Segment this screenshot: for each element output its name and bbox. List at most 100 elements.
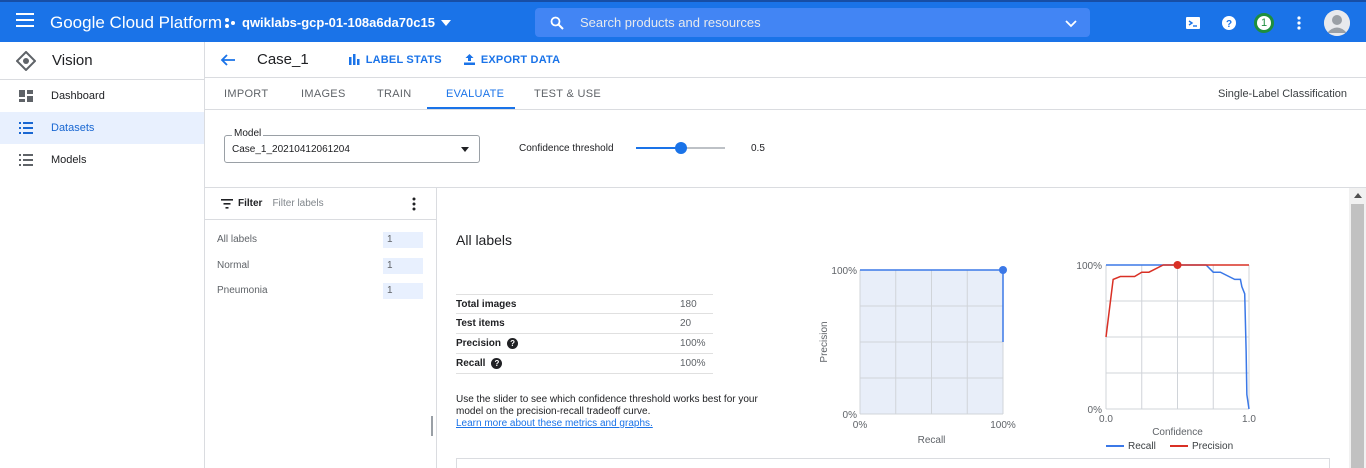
evaluation-controls: Model Case_1_20210412061204 Confidence t… xyxy=(205,110,1366,188)
sidebar-item-label: Models xyxy=(51,154,87,166)
upload-icon xyxy=(463,54,475,65)
search-input[interactable]: Search products and resources xyxy=(580,15,1064,30)
panel-scrollbar[interactable] xyxy=(431,416,433,436)
avatar[interactable] xyxy=(1324,10,1350,36)
scrollbar-thumb[interactable] xyxy=(1351,204,1364,468)
stat-key: Recall xyxy=(456,358,486,369)
sidebar: Vision Dashboard Datasets Models xyxy=(0,42,205,468)
project-name: qwiklabs-gcp-01-108a6da70c15 xyxy=(242,15,435,30)
evaluation-main: All labels Total images 180 Test items 2… xyxy=(437,188,1348,468)
sidebar-item-datasets[interactable]: Datasets xyxy=(0,112,204,144)
label-row-normal[interactable]: Normal 1 xyxy=(217,258,423,274)
label-count: 1 xyxy=(383,283,423,299)
stat-value: 100% xyxy=(680,358,706,369)
label-filter-panel: Filter Filter labels All labels 1 Normal… xyxy=(205,188,437,468)
project-selector[interactable]: qwiklabs-gcp-01-108a6da70c15 xyxy=(224,15,451,30)
model-select-label: Model xyxy=(232,128,264,139)
svg-text:?: ? xyxy=(1226,19,1232,30)
list-icon xyxy=(19,122,33,134)
label-count: 1 xyxy=(383,258,423,274)
tab-bar: IMPORT IMAGES TRAIN EVALUATE TEST & USE … xyxy=(205,78,1366,110)
sidebar-item-models[interactable]: Models xyxy=(0,144,204,176)
filter-label: Filter xyxy=(238,198,263,209)
confidence-slider[interactable] xyxy=(636,142,725,154)
scroll-up-icon[interactable] xyxy=(1354,193,1362,198)
x-tick-label: 1.0 xyxy=(1242,414,1256,425)
y-tick-label: 100% xyxy=(831,266,857,277)
dashboard-icon xyxy=(19,90,33,102)
export-data-button[interactable]: EXPORT DATA xyxy=(463,53,561,66)
help-icon[interactable]: ? xyxy=(491,358,503,369)
label-name: Normal xyxy=(217,260,250,271)
sidebar-item-label: Dashboard xyxy=(51,90,105,102)
stat-row-precision: Precision? 100% xyxy=(456,334,713,354)
classification-type: Single-Label Classification xyxy=(1217,88,1347,100)
pr-threshold-point xyxy=(999,266,1007,274)
tab-train[interactable]: TRAIN xyxy=(377,88,412,100)
export-data-label: EXPORT DATA xyxy=(480,53,561,66)
label-row-all[interactable]: All labels 1 xyxy=(217,232,423,248)
brand-title[interactable]: Google Cloud Platform xyxy=(50,13,222,33)
model-select[interactable]: Model Case_1_20210412061204 xyxy=(224,128,480,163)
menu-icon[interactable] xyxy=(16,13,34,29)
active-tab-indicator xyxy=(427,107,515,109)
confidence-chart: 100%0%0.0 1.0ConfidenceRecall Precision xyxy=(1076,261,1256,452)
stat-key: Precision xyxy=(456,338,502,349)
label-stats-button[interactable]: LABEL STATS xyxy=(348,53,442,66)
more-vert-icon[interactable] xyxy=(412,197,416,211)
sidebar-item-label: Datasets xyxy=(51,122,95,134)
bar-chart-icon xyxy=(348,54,360,65)
legend-label-precision: Precision xyxy=(1192,441,1233,452)
filter-bar: Filter Filter labels xyxy=(205,188,436,220)
stat-key: Total images xyxy=(456,299,517,310)
more-vert-icon[interactable] xyxy=(1288,12,1310,34)
product-name: Vision xyxy=(52,52,93,69)
caret-down-icon xyxy=(461,147,469,152)
help-text-block: Use the slider to see which confidence t… xyxy=(456,394,766,430)
list-icon xyxy=(19,154,33,166)
tab-images[interactable]: IMAGES xyxy=(301,88,346,100)
tab-evaluate[interactable]: EVALUATE xyxy=(446,88,504,100)
slider-fill xyxy=(636,147,681,149)
x-tick-label: 0% xyxy=(853,420,868,431)
sidebar-item-dashboard[interactable]: Dashboard xyxy=(0,80,204,112)
precision-recall-chart: 100%0%0% 100%RecallPrecision xyxy=(819,266,1016,446)
slider-handle[interactable] xyxy=(674,142,687,154)
back-arrow-icon[interactable] xyxy=(219,51,237,69)
search-icon xyxy=(550,16,564,30)
page-title: Case_1 xyxy=(257,51,309,68)
top-bar: Google Cloud Platform qwiklabs-gcp-01-10… xyxy=(0,0,1366,42)
label-row-pneumonia[interactable]: Pneumonia 1 xyxy=(217,283,423,299)
page-header: Case_1 LABEL STATS EXPORT DATA xyxy=(205,42,1366,78)
model-select-value: Case_1_20210412061204 xyxy=(232,144,350,155)
label-stats-label: LABEL STATS xyxy=(365,53,442,66)
y-axis-label: Precision xyxy=(819,321,830,362)
product-header: Vision xyxy=(0,42,204,80)
confidence-threshold-label: Confidence threshold xyxy=(519,143,614,154)
x-axis-label: Confidence xyxy=(1152,427,1203,438)
chevron-down-icon[interactable] xyxy=(1064,16,1078,30)
filter-input[interactable]: Filter labels xyxy=(272,198,412,209)
stat-row-total-images: Total images 180 xyxy=(456,294,713,314)
stats-table: Total images 180 Test items 20 Precision… xyxy=(456,294,713,374)
search-bar[interactable]: Search products and resources xyxy=(535,8,1090,37)
label-name: All labels xyxy=(217,234,258,245)
tab-test-and-use[interactable]: TEST & USE xyxy=(534,88,601,100)
stat-value: 100% xyxy=(680,338,706,349)
stat-row-test-items: Test items 20 xyxy=(456,314,713,334)
tab-import[interactable]: IMPORT xyxy=(224,88,268,100)
page-scrollbar[interactable] xyxy=(1349,188,1366,468)
help-icon[interactable]: ? xyxy=(1218,12,1240,34)
learn-more-link[interactable]: Learn more about these metrics and graph… xyxy=(456,418,766,430)
notification-badge[interactable]: 1 xyxy=(1254,13,1274,33)
confidence-threshold-point xyxy=(1173,261,1182,269)
x-tick-label: 0.0 xyxy=(1099,414,1113,425)
vision-logo-icon xyxy=(16,50,36,71)
caret-down-icon xyxy=(440,19,451,26)
cloud-shell-icon[interactable] xyxy=(1182,12,1204,34)
filter-icon xyxy=(221,198,233,209)
confusion-matrix-card xyxy=(456,458,1330,468)
help-icon[interactable]: ? xyxy=(507,338,519,349)
stat-value: 180 xyxy=(680,299,697,310)
x-axis-label: Recall xyxy=(918,435,946,446)
